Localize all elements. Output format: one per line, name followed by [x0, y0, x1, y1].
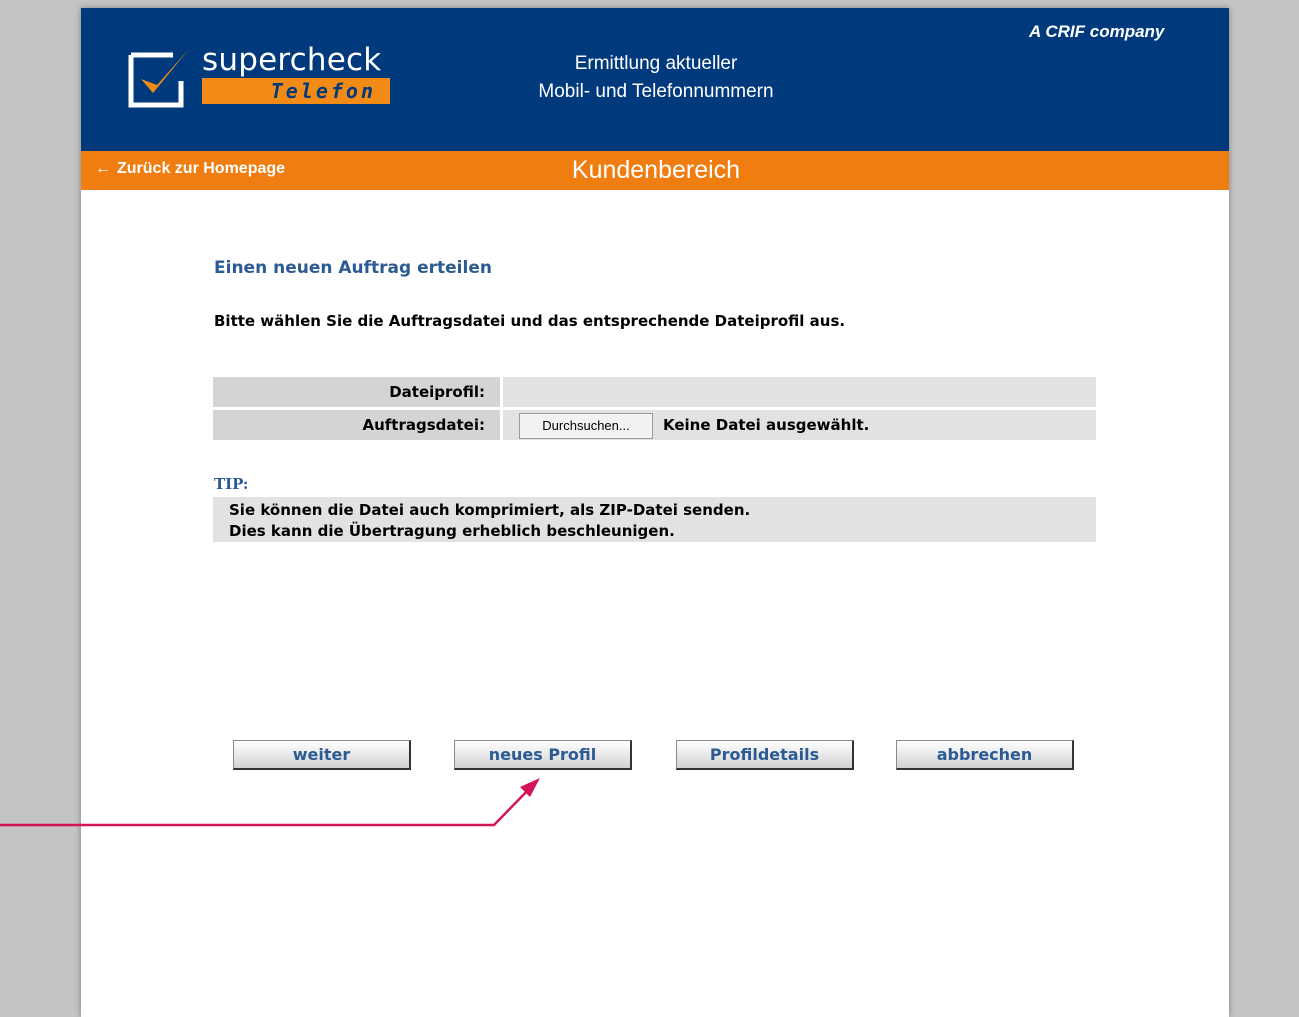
- next-button[interactable]: weiter: [233, 740, 411, 770]
- back-to-homepage-link[interactable]: ← Zurück zur Homepage: [95, 160, 285, 178]
- logo-subtitle: Telefon: [202, 78, 390, 104]
- cancel-button[interactable]: abbrechen: [896, 740, 1074, 770]
- file-input-cell: Durchsuchen... Keine Datei ausgewählt.: [503, 410, 1096, 440]
- new-profile-button[interactable]: neues Profil: [454, 740, 632, 770]
- tagline-line-2: Mobil- und Telefonnummern: [538, 81, 774, 102]
- profile-details-button[interactable]: Profildetails: [676, 740, 854, 770]
- file-label: Auftragsdatei:: [213, 410, 500, 440]
- checkmark-icon: [128, 49, 189, 108]
- profile-row: Dateiprofil:: [213, 377, 1096, 407]
- file-row: Auftragsdatei: Durchsuchen... Keine Date…: [213, 410, 1096, 440]
- section-title: Kundenbereich: [571, 156, 741, 184]
- orange-navbar: ← Zurück zur Homepage Kundenbereich: [81, 151, 1229, 190]
- profile-select[interactable]: [503, 377, 1096, 407]
- tip-label: TIP:: [214, 475, 249, 493]
- tip-box: Sie können die Datei auch komprimiert, a…: [213, 497, 1096, 542]
- crif-brand: A CRIF company: [1029, 22, 1165, 41]
- instruction-text: Bitte wählen Sie die Auftragsdatei und d…: [214, 312, 846, 330]
- page-heading: Einen neuen Auftrag erteilen: [214, 258, 492, 278]
- logo-wordmark: supercheck: [202, 42, 382, 78]
- header-tagline: Ermittlung aktueller Mobil- und Telefonn…: [501, 50, 811, 106]
- profile-label: Dateiprofil:: [213, 377, 500, 407]
- back-link-label: Zurück zur Homepage: [117, 160, 286, 177]
- tagline-line-1: Ermittlung aktueller: [574, 53, 738, 74]
- supercheck-logo[interactable]: supercheck Telefon: [127, 42, 393, 111]
- file-status: Keine Datei ausgewählt.: [663, 416, 870, 434]
- tip-line-2: Dies kann die Übertragung erheblich besc…: [229, 522, 675, 540]
- browse-button[interactable]: Durchsuchen...: [519, 413, 653, 439]
- arrow-left-icon: ←: [95, 160, 111, 177]
- tip-line-1: Sie können die Datei auch komprimiert, a…: [229, 501, 751, 519]
- site-header: supercheck Telefon Ermittlung aktueller …: [81, 8, 1229, 151]
- page-container: supercheck Telefon Ermittlung aktueller …: [81, 8, 1229, 1017]
